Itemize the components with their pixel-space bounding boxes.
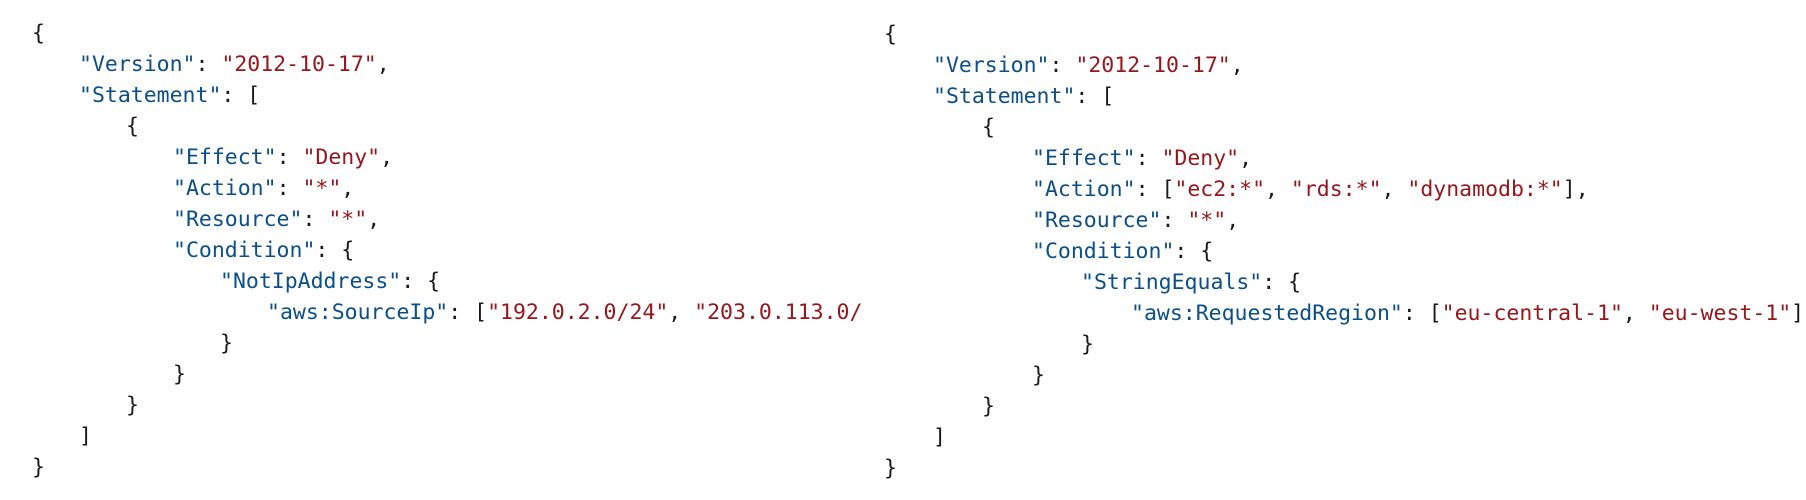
left-policy-code: { "Version": "2012-10-17", "Statement": [ {…	[32, 18, 862, 483]
left-policy-pane: { "Version": "2012-10-17", "Statement": [ {…	[0, 0, 862, 500]
condition-key: "Condition"	[173, 238, 316, 263]
statement-key: "Statement"	[933, 84, 1076, 109]
version-value: "2012-10-17"	[221, 52, 377, 77]
effect-line: "Effect": "Deny",	[173, 145, 394, 170]
effect-line: "Effect": "Deny",	[1032, 146, 1253, 171]
version-line: "Version": "2012-10-17",	[79, 52, 390, 77]
resource-key: "Resource"	[1032, 208, 1162, 233]
right-policy-code: { "Version": "2012-10-17", "Statement": [ {…	[884, 19, 1804, 484]
condition-key-name: "aws:SourceIp"	[267, 300, 449, 325]
resource-key: "Resource"	[173, 207, 303, 232]
condition-close-line: }	[1032, 363, 1045, 388]
condition-key-name: "aws:RequestedRegion"	[1131, 301, 1403, 326]
action-line: "Action": ["ec2:*", "rds:*", "dynamodb:*…	[1032, 177, 1589, 202]
operator-line: "NotIpAddress": {	[220, 269, 441, 294]
version-key: "Version"	[79, 52, 196, 77]
condition-values-line: "aws:RequestedRegion": ["eu-central-1", …	[1131, 301, 1805, 326]
statement-close-line: }	[982, 394, 995, 419]
right-policy-pane: { "Version": "2012-10-17", "Statement": [ {…	[862, 0, 1806, 500]
condition-value-1: "eu-central-1"	[1441, 301, 1623, 326]
resource-value: "*"	[328, 207, 368, 232]
action-key: "Action"	[173, 176, 277, 201]
action-line: "Action": "*",	[173, 176, 355, 201]
effect-key: "Effect"	[1032, 146, 1136, 171]
statement-open-line: {	[126, 114, 139, 139]
action-value-1: "ec2:*"	[1174, 177, 1266, 202]
effect-value: "Deny"	[1161, 146, 1240, 171]
operator-close-line: }	[1081, 332, 1094, 357]
open-brace-line: {	[32, 21, 45, 46]
statement-key: "Statement"	[79, 83, 222, 108]
effect-value: "Deny"	[302, 145, 381, 170]
statement-array-close-line: ]	[933, 425, 946, 450]
version-key: "Version"	[933, 53, 1050, 78]
condition-close-line: }	[173, 362, 186, 387]
condition-value-1: "192.0.2.0/24"	[487, 300, 669, 325]
version-line: "Version": "2012-10-17",	[933, 53, 1244, 78]
condition-line: "Condition": {	[173, 238, 355, 263]
action-value-3: "dynamodb:*"	[1407, 177, 1563, 202]
condition-key: "Condition"	[1032, 239, 1175, 264]
resource-value: "*"	[1187, 208, 1227, 233]
operator-close-line: }	[220, 331, 233, 356]
action-value: "*"	[302, 176, 342, 201]
effect-key: "Effect"	[173, 145, 277, 170]
resource-line: "Resource": "*",	[1032, 208, 1240, 233]
action-key: "Action"	[1032, 177, 1136, 202]
action-value-2: "rds:*"	[1290, 177, 1382, 202]
condition-value-2: "eu-west-1"	[1648, 301, 1792, 326]
operator-line: "StringEquals": {	[1081, 270, 1302, 295]
close-brace-line: }	[884, 456, 897, 481]
open-brace-line: {	[884, 22, 897, 47]
condition-values-line: "aws:SourceIp": ["192.0.2.0/24", "203.0.…	[32, 297, 862, 328]
statement-open-line: {	[982, 115, 995, 140]
operator-key: "NotIpAddress"	[220, 269, 402, 294]
statement-close-line: }	[126, 393, 139, 418]
statement-line: "Statement": [	[79, 83, 261, 108]
condition-value-2: "203.0.113.0/24"	[694, 300, 862, 325]
close-brace-line: }	[32, 455, 45, 480]
condition-line: "Condition": {	[1032, 239, 1214, 264]
statement-line: "Statement": [	[933, 84, 1115, 109]
version-value: "2012-10-17"	[1075, 53, 1231, 78]
operator-key: "StringEquals"	[1081, 270, 1263, 295]
statement-array-close-line: ]	[79, 424, 92, 449]
resource-line: "Resource": "*",	[173, 207, 381, 232]
